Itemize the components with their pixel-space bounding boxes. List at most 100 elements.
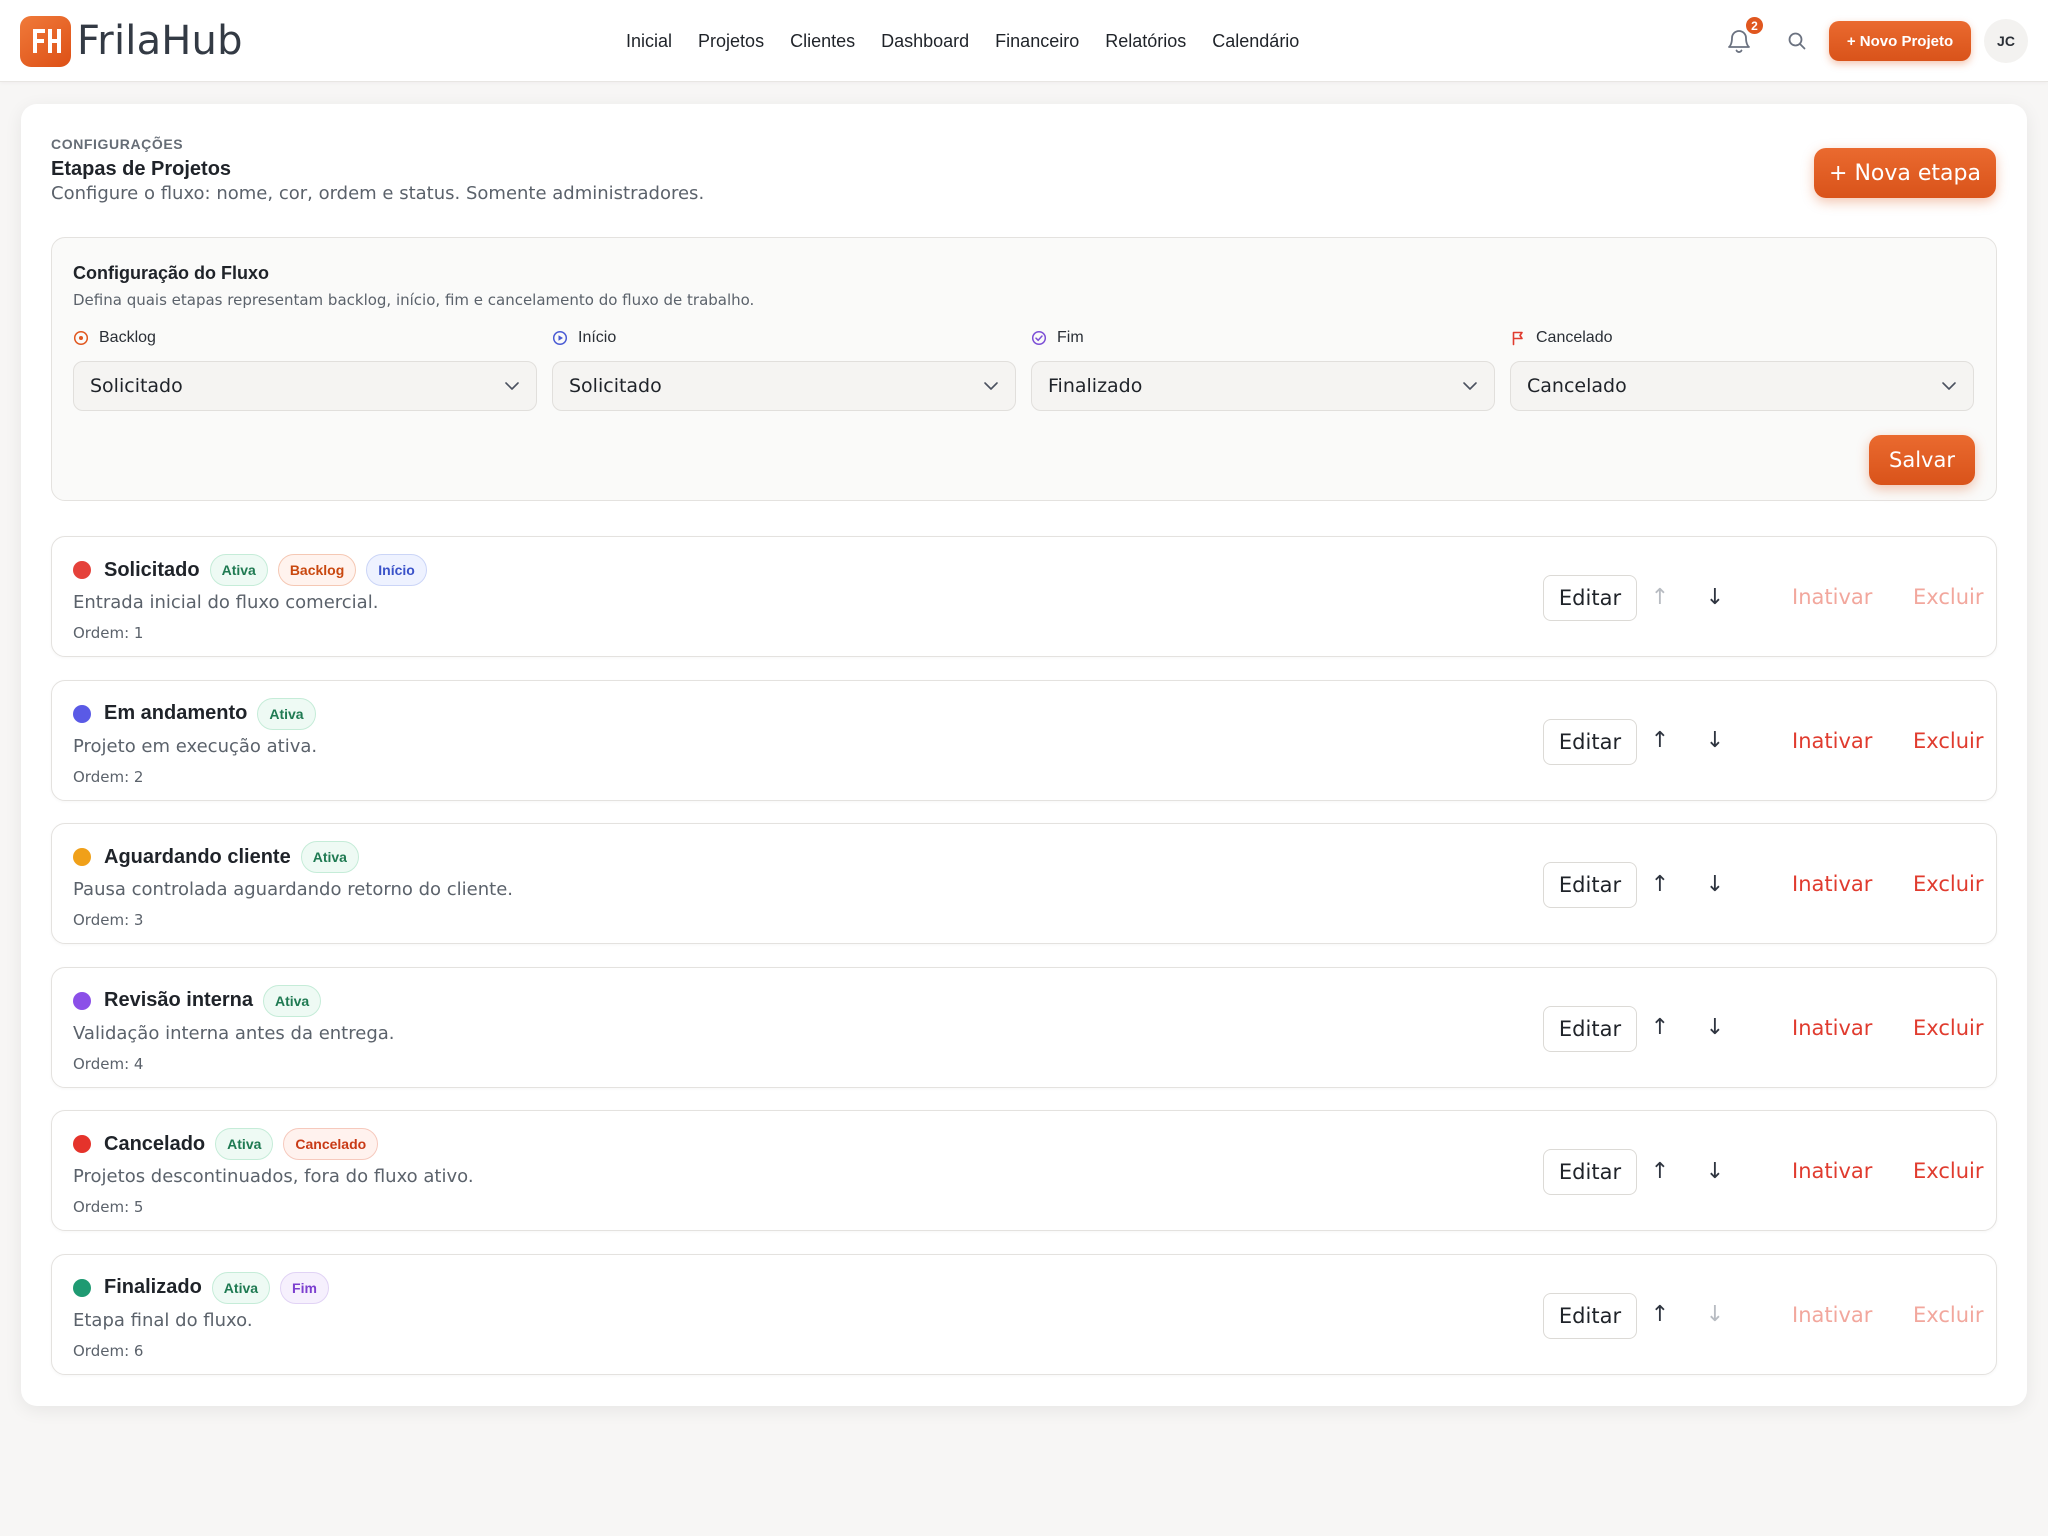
- move-down-icon[interactable]: ↓: [1703, 864, 1727, 904]
- avatar[interactable]: JC: [1984, 19, 2028, 63]
- stage-order: Ordem: 5: [73, 1198, 144, 1216]
- frilahub-logo-icon: [20, 15, 71, 67]
- delete-button[interactable]: Excluir: [1913, 1295, 1984, 1335]
- end-select[interactable]: Finalizado: [1031, 361, 1495, 411]
- brand[interactable]: FrilaHub: [20, 15, 243, 67]
- stage-color-dot: [73, 1278, 91, 1297]
- status-badge: Cancelado: [283, 1128, 379, 1160]
- backlog-label: Backlog: [99, 329, 156, 346]
- move-up-icon[interactable]: ↑: [1648, 721, 1672, 761]
- end-field: Fim Finalizado: [1031, 328, 1495, 411]
- move-down-icon[interactable]: ↓: [1703, 721, 1727, 761]
- search-icon[interactable]: [1786, 30, 1808, 52]
- backlog-select[interactable]: Solicitado: [73, 361, 537, 411]
- stage-order: Ordem: 3: [73, 911, 144, 929]
- deactivate-button[interactable]: Inativar: [1792, 721, 1872, 761]
- stage-name: Finalizado: [104, 1276, 202, 1298]
- stage-row: Aguardando cliente Ativa Pausa controlad…: [51, 823, 1997, 944]
- notification-count-badge: 2: [1744, 15, 1765, 36]
- stage-order: Ordem: 1: [73, 624, 144, 642]
- move-down-icon[interactable]: ↓: [1703, 577, 1727, 617]
- stage-description: Projeto em execução ativa.: [73, 735, 318, 757]
- new-project-button[interactable]: + Novo Projeto: [1829, 21, 1971, 61]
- start-label: Início: [578, 329, 617, 346]
- delete-button[interactable]: Excluir: [1913, 1151, 1984, 1191]
- top-navigation-bar: FrilaHub Inicial Projetos Clientes Dashb…: [0, 0, 2048, 82]
- nav-item-inicial[interactable]: Inicial: [626, 31, 672, 52]
- deactivate-button[interactable]: Inativar: [1792, 577, 1872, 617]
- move-up-icon[interactable]: ↑: [1648, 577, 1672, 617]
- check-circle-icon: [1031, 330, 1047, 346]
- delete-button[interactable]: Excluir: [1913, 721, 1984, 761]
- edit-button[interactable]: Editar: [1543, 1149, 1637, 1195]
- move-up-icon[interactable]: ↑: [1648, 1008, 1672, 1048]
- stage-description: Etapa final do fluxo.: [73, 1309, 253, 1331]
- move-up-icon[interactable]: ↑: [1648, 1295, 1672, 1335]
- stage-color-dot: [73, 561, 91, 579]
- stage-description: Entrada inicial do fluxo comercial.: [73, 592, 379, 613]
- play-circle-icon: [552, 330, 568, 346]
- main-nav: Inicial Projetos Clientes Dashboard Fina…: [626, 0, 1299, 82]
- stage-name: Solicitado: [104, 558, 200, 581]
- edit-button[interactable]: Editar: [1543, 575, 1637, 621]
- cancelled-field: Cancelado Cancelado: [1510, 328, 1974, 411]
- stages-settings-card: CONFIGURAÇÕES Etapas de Projetos Configu…: [21, 104, 2027, 1406]
- end-label: Fim: [1057, 329, 1084, 346]
- chevron-down-icon: [984, 382, 998, 390]
- backlog-select-value: Solicitado: [90, 375, 183, 397]
- delete-button[interactable]: Excluir: [1913, 1008, 1984, 1048]
- new-stage-button[interactable]: + Nova etapa: [1814, 148, 1996, 198]
- status-badge: Fim: [280, 1271, 329, 1304]
- end-select-value: Finalizado: [1048, 375, 1143, 397]
- brand-name: FrilaHub: [77, 18, 243, 64]
- delete-button[interactable]: Excluir: [1913, 864, 1984, 904]
- cancelled-select[interactable]: Cancelado: [1510, 361, 1974, 411]
- flow-title: Configuração do Fluxo: [73, 263, 269, 283]
- edit-button[interactable]: Editar: [1543, 1292, 1637, 1339]
- nav-item-financeiro[interactable]: Financeiro: [995, 31, 1079, 52]
- stage-row: Finalizado Ativa Fim Etapa final do fluxo…: [51, 1253, 1997, 1375]
- backlog-field: Backlog Solicitado: [73, 328, 537, 411]
- edit-button[interactable]: Editar: [1543, 862, 1637, 908]
- cancelled-label: Cancelado: [1536, 329, 1613, 346]
- stage-color-dot: [73, 991, 91, 1010]
- status-badge: Ativa: [257, 697, 316, 730]
- nav-item-clientes[interactable]: Clientes: [790, 31, 855, 52]
- edit-button[interactable]: Editar: [1543, 718, 1637, 765]
- page-description: Configure o fluxo: nome, cor, ordem e st…: [51, 183, 705, 204]
- move-down-icon[interactable]: ↓: [1703, 1151, 1727, 1191]
- nav-item-calendario[interactable]: Calendário: [1212, 31, 1299, 52]
- start-select[interactable]: Solicitado: [552, 361, 1016, 411]
- stage-name: Aguardando cliente: [104, 845, 291, 868]
- deactivate-button[interactable]: Inativar: [1792, 1295, 1872, 1335]
- edit-button[interactable]: Editar: [1543, 1005, 1637, 1052]
- move-up-icon[interactable]: ↑: [1648, 864, 1672, 904]
- nav-item-dashboard[interactable]: Dashboard: [881, 31, 969, 52]
- move-down-icon[interactable]: ↓: [1703, 1008, 1727, 1048]
- delete-button[interactable]: Excluir: [1913, 577, 1984, 617]
- move-down-icon[interactable]: ↓: [1703, 1295, 1727, 1335]
- status-badge: Ativa: [215, 1128, 274, 1160]
- nav-item-projetos[interactable]: Projetos: [698, 31, 764, 52]
- stage-row: Cancelado Ativa Cancelado Projetos descon…: [51, 1110, 1997, 1231]
- stage-description: Pausa controlada aguardando retorno do c…: [73, 879, 513, 900]
- stage-row: Revisão interna Ativa Validação interna …: [51, 966, 1997, 1088]
- deactivate-button[interactable]: Inativar: [1792, 1008, 1872, 1048]
- section-eyebrow: CONFIGURAÇÕES: [51, 136, 184, 152]
- stage-order: Ordem: 4: [73, 1054, 144, 1073]
- deactivate-button[interactable]: Inativar: [1792, 864, 1872, 904]
- status-badge: Backlog: [277, 554, 357, 586]
- flow-configuration-panel: Configuração do Fluxo Defina quais etapa…: [51, 237, 1997, 501]
- save-button[interactable]: Salvar: [1869, 435, 1975, 485]
- chevron-down-icon: [1942, 382, 1956, 390]
- stage-row: Solicitado Ativa Backlog Início Entrada in…: [51, 536, 1997, 657]
- flow-description: Defina quais etapas representam backlog,…: [73, 291, 755, 309]
- nav-item-relatorios[interactable]: Relatórios: [1105, 31, 1186, 52]
- start-select-value: Solicitado: [569, 375, 662, 397]
- status-badge: Início: [366, 554, 427, 586]
- deactivate-button[interactable]: Inativar: [1792, 1151, 1872, 1191]
- stage-order: Ordem: 6: [73, 1341, 144, 1360]
- flag-icon: [1512, 331, 1523, 346]
- move-up-icon[interactable]: ↑: [1648, 1151, 1672, 1191]
- stage-color-dot: [73, 704, 91, 723]
